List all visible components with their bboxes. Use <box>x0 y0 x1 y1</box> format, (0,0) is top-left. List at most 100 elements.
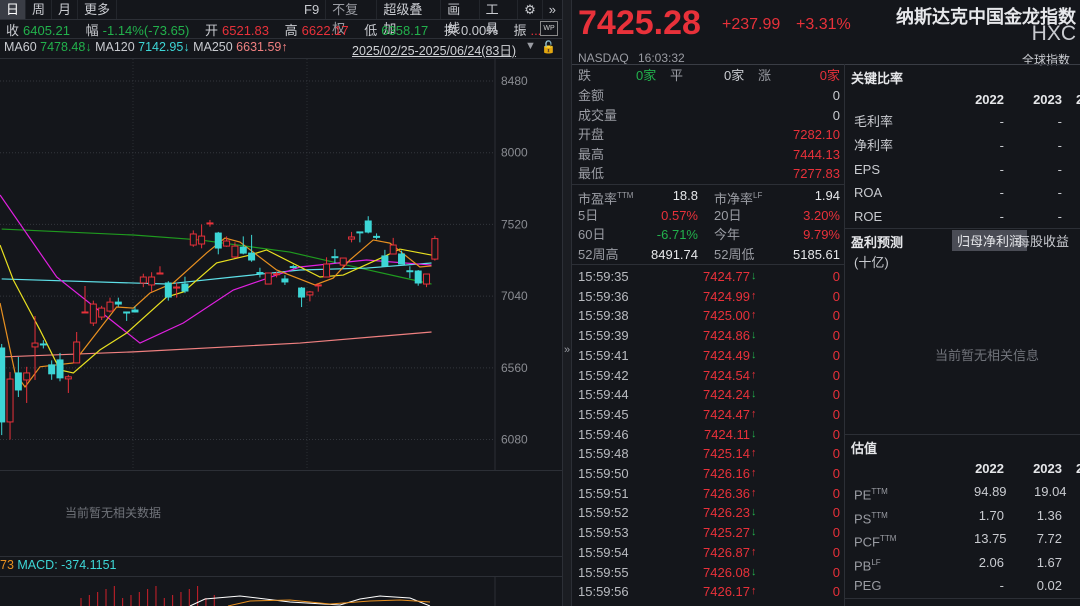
macd-legend: 73 MACD: -374.1151 <box>0 558 117 572</box>
tick-volume: 0 <box>832 269 840 284</box>
collapse-icon[interactable]: » <box>564 344 570 356</box>
candle-body <box>189 233 197 246</box>
amplitude-label: 振 <box>513 23 527 38</box>
f9-button[interactable]: F9 <box>298 0 327 19</box>
dropdown-icon[interactable]: ▼ <box>525 40 536 52</box>
tick-volume: 0 <box>832 308 840 324</box>
stat-row: 最高 7444.13 <box>578 145 840 165</box>
candle <box>414 269 422 286</box>
open-value: 6521.83 <box>222 23 270 38</box>
candle-body <box>398 253 406 265</box>
overlay-button[interactable]: 超级叠加 <box>377 0 442 36</box>
tools-button[interactable]: 工具 <box>480 0 519 36</box>
expand-icon[interactable]: » <box>543 0 562 19</box>
stat-row: 开盘 7282.10 <box>578 125 840 145</box>
tab-eps[interactable]: 每股收益 <box>1009 231 1080 250</box>
tick-price: 7424.77 <box>703 269 750 284</box>
label-sup: TTM <box>871 487 888 496</box>
arrow-down-icon: ↓ <box>751 565 757 578</box>
candle <box>64 374 72 393</box>
tick-price: 7425.00 <box>703 308 750 324</box>
stat-value: 8491.74 <box>651 246 698 262</box>
last-price: 7425.28 <box>578 4 701 42</box>
candle-body <box>56 359 64 379</box>
date-range-selector[interactable]: 2025/02/25-2025/06/24(83日) <box>352 40 516 59</box>
label-text: 20日 <box>714 207 742 223</box>
candle-body <box>98 307 106 318</box>
candle <box>256 267 264 278</box>
valuation-2022: 13.75 <box>974 531 1007 546</box>
valuation-header: 2022 2023 20 <box>854 457 1080 481</box>
candle-body <box>131 309 139 313</box>
tick-time: 15:59:39 <box>578 328 629 344</box>
label-sup: LF <box>871 557 881 567</box>
arrow-down-icon: ↓ <box>751 329 757 342</box>
adjust-button[interactable]: 不复权 <box>326 0 378 36</box>
arrow-up-icon: ↑ <box>751 585 757 598</box>
kline-panel: 日 周 月 更多 F9 不复权 超级叠加 画线 工具 ⚙ » 收 6405.21 … <box>0 0 562 606</box>
label-text: PS <box>854 510 872 526</box>
year: 20 <box>1076 461 1080 476</box>
year: 2022 <box>975 92 1004 107</box>
stat-row: 最低 7277.83 <box>578 164 840 184</box>
label-text: 52周低 <box>714 246 755 262</box>
candle-body <box>64 376 72 380</box>
tab-day[interactable]: 日 <box>0 0 27 19</box>
arrow-down-icon: ↓ <box>751 348 757 361</box>
turnover-value: 0.00% <box>460 23 498 38</box>
candle-body <box>173 286 181 289</box>
arrow-down-icon: ↓ <box>751 270 757 282</box>
tick-price: 7424.24 <box>703 387 750 403</box>
tick-price: 7426.17 <box>703 584 750 600</box>
arrow-up-icon: ↑ <box>751 486 757 499</box>
ma60-value: 7478.48↓ <box>40 40 92 54</box>
gear-icon[interactable]: ⚙ <box>518 0 543 19</box>
candle-body <box>0 347 6 423</box>
candle <box>206 219 214 227</box>
tick-price: 7426.23 <box>703 505 750 521</box>
tick-volume: 0 <box>832 584 840 600</box>
forecast-unit: (十亿) <box>854 255 889 270</box>
candle-body <box>381 255 389 267</box>
tick-volume: 0 <box>832 544 840 560</box>
candle-body <box>181 283 189 292</box>
candle-body <box>256 272 264 275</box>
valuation-row: PSTTM 1.70 1.36 <box>854 504 1080 528</box>
tick-row: 15:59:35 7424.77 ↓ 0 <box>578 267 840 287</box>
high-label: 高 <box>284 23 298 38</box>
valuation-title: 估值 <box>851 441 878 456</box>
tick-volume: 0 <box>832 564 840 580</box>
candle <box>189 230 197 247</box>
candle <box>423 273 431 288</box>
draw-button[interactable]: 画线 <box>441 0 480 36</box>
candle-body <box>198 235 206 245</box>
label-sup: TTM <box>871 510 888 520</box>
tab-month[interactable]: 月 <box>52 0 79 19</box>
tab-more[interactable]: 更多 <box>78 0 118 19</box>
tab-week[interactable]: 周 <box>26 0 53 19</box>
tick-row: 15:59:44 7424.24 ↓ 0 <box>578 385 840 405</box>
stat-value: 1.94 <box>814 188 840 203</box>
breadth-row: 跌 0家 平 0家 涨 0家 <box>578 66 840 86</box>
ratio-2023: - <box>1057 185 1062 201</box>
index-code: HXC <box>1031 22 1076 45</box>
ratio-2023: - <box>1057 161 1062 177</box>
candle <box>23 366 31 403</box>
label-text: 市净率 <box>714 191 754 207</box>
ma120-label: MA120 <box>95 40 135 54</box>
lock-icon[interactable]: 🔓 <box>541 40 556 54</box>
candle-body <box>339 257 347 266</box>
stat-value: 0 <box>832 107 840 123</box>
wp-icon[interactable]: WP <box>540 21 558 36</box>
candlestick-chart[interactable]: 8480 8000 7520 7040 6560 6080 <box>0 59 562 470</box>
ma-line-ma120 <box>1 262 432 285</box>
panel-divider[interactable] <box>562 0 572 606</box>
label-text: PE <box>854 487 872 503</box>
tick-volume: 0 <box>832 525 840 541</box>
label-text: PCF <box>854 534 880 550</box>
tick-time: 15:59:35 <box>578 269 629 284</box>
valuation-row: PETTM 94.89 19.04 <box>854 480 1080 504</box>
arrow-down-icon: ↓ <box>751 388 757 401</box>
flat-label: 平 <box>670 68 684 83</box>
valuation-2023: 1.67 <box>1036 554 1062 570</box>
